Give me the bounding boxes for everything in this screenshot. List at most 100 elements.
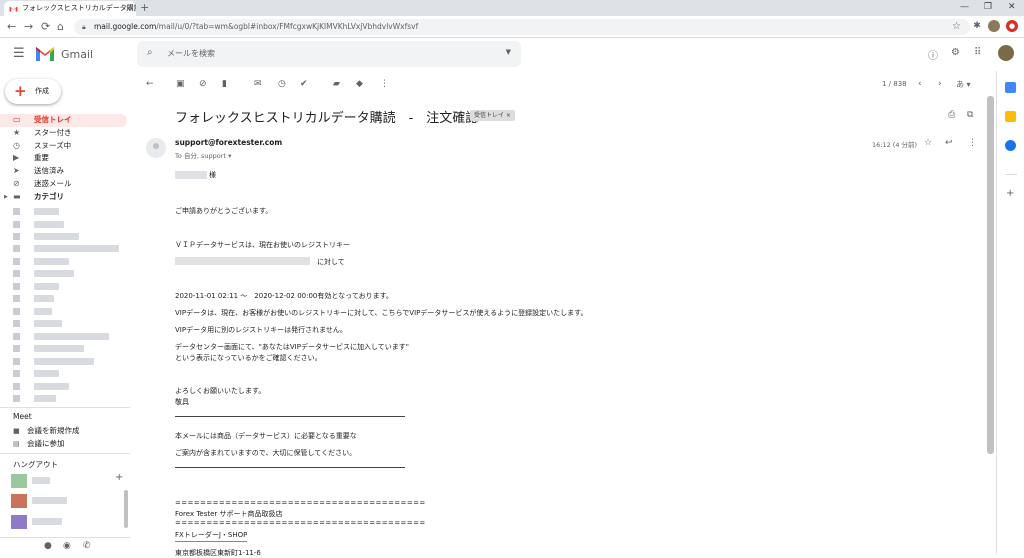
keep-icon[interactable] — [1005, 111, 1016, 122]
older-chevron-icon[interactable]: › — [938, 79, 942, 89]
newer-chevron-icon[interactable]: ‹ — [918, 79, 922, 89]
bookmark-star-icon[interactable]: ☆ — [952, 19, 961, 35]
settings-gear-icon[interactable]: ⚙ — [951, 47, 960, 58]
mark-unread-icon[interactable]: ✉ — [254, 79, 262, 89]
search-input[interactable]: メールを検索 — [167, 48, 215, 59]
search-options-icon[interactable]: ▼ — [506, 48, 511, 56]
sidebar-divider — [0, 453, 130, 454]
body-regards: よろしくお願いいたします。 — [175, 387, 266, 395]
tasks-icon[interactable] — [1005, 140, 1016, 151]
apps-grid-icon[interactable]: ⠿ — [974, 47, 981, 58]
body-dealer: Forex Tester サポート商品取扱店 — [175, 510, 283, 518]
person-icon[interactable]: ● — [44, 541, 52, 551]
sidebar-item-label: 送信済み — [34, 166, 64, 176]
sidebar-item-label: スヌーズ中 — [34, 140, 72, 150]
tab-close-icon[interactable]: × — [125, 1, 132, 16]
forward-button[interactable]: → — [24, 19, 33, 35]
inbox-icon: ▭ — [13, 115, 21, 124]
profile-avatar-icon[interactable] — [988, 20, 1000, 32]
phone-icon[interactable]: ✆ — [83, 541, 91, 551]
clock-icon: ◷ — [13, 140, 20, 150]
search-bar[interactable]: ⌕ メールを検索 ▼ — [137, 41, 521, 67]
browser-tabstrip: フォレックスヒストリカルデータ購読 × + — ❐ ✕ — [0, 0, 1024, 16]
sidebar-item-inbox[interactable]: ▭ 受信トレイ — [0, 114, 127, 127]
body-rule — [175, 416, 405, 417]
sidebar-item-label: スター付き — [34, 127, 72, 137]
compose-button[interactable]: + 作成 — [5, 79, 61, 104]
print-icon[interactable]: ⎙ — [948, 110, 955, 120]
add-to-tasks-icon[interactable]: ✔ — [300, 79, 308, 89]
move-to-icon[interactable]: ▰ — [333, 79, 340, 89]
body-shop: FXトレーダーJ・SHOP — [175, 531, 248, 539]
search-icon[interactable]: ⌕ — [147, 47, 153, 58]
main-menu-icon[interactable]: ☰ — [13, 46, 25, 61]
chat-bubble-icon[interactable]: ◉ — [63, 541, 71, 551]
recipients[interactable]: To 自分, support ▾ — [175, 150, 231, 160]
back-button[interactable]: ← — [7, 19, 16, 35]
keyboard-icon: ▤ — [13, 440, 20, 448]
alert-icon: ⊘ — [13, 178, 20, 188]
sender-avatar[interactable] — [146, 138, 166, 158]
get-addons-plus-icon[interactable]: + — [1006, 188, 1014, 199]
body-separator-2: ======================================== — [175, 519, 426, 527]
body-vip-key-suffix: に対して — [317, 258, 345, 266]
body-datacenter-1: データセンター画面にて、"あなたはVIPデータサービスに加入しています" — [175, 343, 409, 351]
back-to-inbox-icon[interactable]: ← — [146, 79, 154, 89]
sidebar-item-label: 受信トレイ — [34, 115, 72, 124]
sidebar-item-sent[interactable]: ➤ 送信済み — [0, 165, 130, 178]
message-scrollbar[interactable] — [987, 96, 994, 454]
home-button[interactable]: ⌂ — [57, 19, 64, 35]
body-vip-desc: VIPデータは、現在、お客様がお使いのレジストリキーに対して、こちらでVIPデー… — [175, 309, 588, 317]
hangouts-section-title: ハングアウト — [13, 460, 58, 469]
more-options-icon[interactable]: ⋮ — [380, 79, 389, 89]
important-marker-icon[interactable]: ⊃ — [455, 110, 462, 119]
compose-plus-icon: + — [14, 82, 27, 100]
body-rule — [175, 467, 405, 468]
sidebar-item-starred[interactable]: ★ スター付き — [0, 127, 130, 140]
help-icon[interactable]: ⓘ — [928, 47, 938, 62]
account-avatar[interactable] — [998, 45, 1014, 61]
extension-red-icon[interactable]: ● — [1006, 20, 1018, 32]
compose-label: 作成 — [35, 87, 49, 95]
sidebar-item-important[interactable]: ▶ 重要 — [0, 152, 130, 165]
labels-icon[interactable]: ◆ — [356, 79, 363, 89]
reply-icon[interactable]: ↩ — [945, 138, 953, 148]
delete-icon[interactable]: ▮ — [222, 79, 227, 89]
report-spam-icon[interactable]: ⊘ — [199, 79, 207, 89]
new-hangout-plus-icon[interactable]: + — [115, 472, 123, 483]
address-bar[interactable]: 🔒︎ mail.google.com/mail/u/0/?tab=wm&ogbl… — [74, 19, 970, 35]
browser-toolbar: ← → ⟳ ⌂ 🔒︎ mail.google.com/mail/u/0/?tab… — [0, 16, 1024, 38]
extensions-icon[interactable]: ✱ — [971, 20, 983, 32]
expand-arrow-icon[interactable]: ▶ — [4, 191, 8, 204]
meet-join-label: 会議に参加 — [27, 439, 65, 448]
archive-icon[interactable]: ▣ — [176, 79, 185, 89]
window-close-button[interactable]: ✕ — [1008, 0, 1016, 14]
sidebar-scrollbar[interactable] — [124, 490, 128, 528]
open-new-window-icon[interactable]: ⧉ — [967, 110, 973, 120]
message-time: 16:12 (4 分前) — [872, 141, 918, 149]
star-icon[interactable]: ☆ — [924, 138, 932, 148]
inbox-label-chip[interactable]: 受信トレイ × — [470, 110, 515, 121]
salutation-suffix: 様 — [209, 171, 216, 179]
sender-address[interactable]: support@forextester.com — [175, 138, 282, 147]
url-host: mail.google.com — [94, 22, 157, 31]
new-tab-button[interactable]: + — [140, 0, 149, 16]
sidebar-item-spam[interactable]: ⊘ 迷惑メール — [0, 178, 130, 191]
snooze-icon[interactable]: ◷ — [278, 79, 286, 89]
browser-tab[interactable]: フォレックスヒストリカルデータ購読 × — [4, 1, 136, 16]
tab-title: フォレックスヒストリカルデータ購読 — [22, 4, 136, 12]
sidebar-item-label: 迷惑メール — [34, 178, 72, 188]
calendar-icon[interactable] — [1005, 82, 1016, 93]
reload-button[interactable]: ⟳ — [41, 19, 50, 35]
sidebar-item-categories[interactable]: ▶ ▬ カテゴリ — [0, 191, 130, 204]
body-short-rule — [175, 541, 247, 542]
message-more-icon[interactable]: ⋮ — [968, 138, 977, 148]
redacted-name — [175, 171, 207, 179]
input-tools-icon[interactable]: あ ▾ — [956, 79, 971, 90]
maximize-button[interactable]: ❐ — [984, 0, 992, 14]
meet-new-meeting[interactable]: ■ 会議を新規作成 — [13, 425, 80, 436]
lock-icon: 🔒︎ — [82, 23, 86, 31]
sidebar-item-snoozed[interactable]: ◷ スヌーズ中 — [0, 140, 130, 153]
meet-join-meeting[interactable]: ▤ 会議に参加 — [13, 438, 65, 449]
minimize-button[interactable]: — — [960, 0, 969, 14]
